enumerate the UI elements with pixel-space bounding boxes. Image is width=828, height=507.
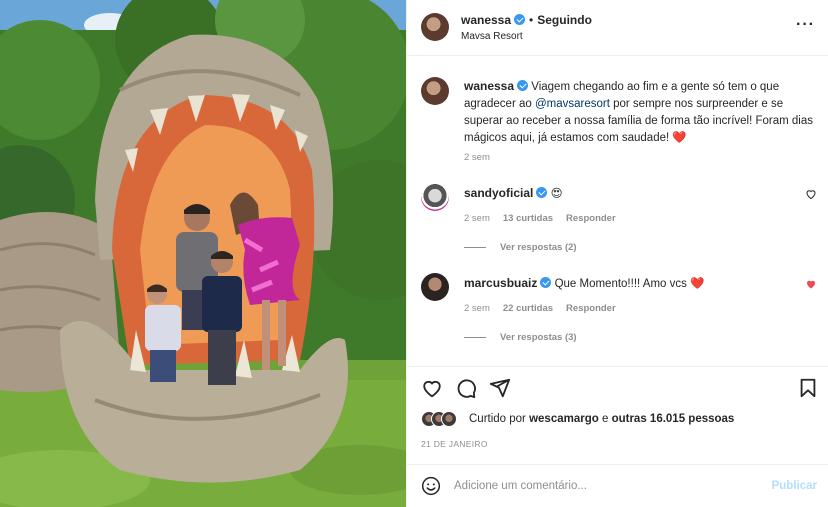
comment-likes-count[interactable]: 22 curtidas [503, 303, 553, 314]
post-photo-illustration [0, 0, 406, 507]
commenter-username[interactable]: sandyoficial [464, 186, 533, 200]
author-line: wanessa • Seguindo [461, 13, 592, 27]
liked-by-conjunction: e [598, 413, 612, 425]
verified-badge-icon [536, 187, 548, 198]
caption-mention-link[interactable]: @mavsaresort [535, 98, 610, 110]
author-username[interactable]: wanessa [461, 13, 511, 27]
reply-button[interactable]: Responder [566, 213, 616, 224]
author-avatar[interactable] [421, 13, 449, 41]
post-location[interactable]: Mavsa Resort [461, 31, 523, 42]
comment-timestamp[interactable]: 2 sem [464, 213, 490, 224]
heart-filled-icon[interactable] [805, 278, 817, 290]
post-date[interactable]: 21 DE JANEIRO [421, 439, 488, 449]
liked-by-text: Curtido por wescamargo e outras 16.015 p… [469, 413, 734, 425]
view-replies-label: Ver respostas (3) [500, 332, 577, 343]
verified-badge-icon [517, 80, 529, 91]
liked-by-others-link[interactable]: outras 16.015 pessoas [612, 413, 735, 425]
publish-button[interactable]: Publicar [772, 480, 817, 492]
heart-outline-icon[interactable] [805, 188, 817, 200]
replies-divider [464, 247, 486, 248]
more-options-icon[interactable]: ··· [796, 17, 815, 33]
commenter-avatar[interactable] [421, 183, 449, 211]
post-header: wanessa • Seguindo Mavsa Resort ··· [407, 0, 828, 56]
comment-likes-count[interactable]: 13 curtidas [503, 213, 553, 224]
comment-input[interactable] [454, 476, 744, 496]
commenter-avatar[interactable] [421, 273, 449, 301]
comment-meta: 2 sem 13 curtidas Responder [464, 213, 629, 224]
liked-by-user-link[interactable]: wescamargo [529, 413, 599, 425]
instagram-post-modal: wanessa • Seguindo Mavsa Resort ··· waness… [0, 0, 828, 507]
comment-timestamp[interactable]: 2 sem [464, 303, 490, 314]
share-paper-plane-icon[interactable] [489, 377, 511, 399]
post-caption: wanessa Viagem chegando ao fim e a gente… [464, 78, 814, 147]
post-actions-bar [407, 366, 828, 408]
heart-emoji: ❤️ [672, 132, 687, 144]
replies-divider [464, 337, 486, 338]
view-replies-button[interactable]: Ver respostas (3) [464, 332, 577, 343]
comment-text: Que Momento!!!! Amo vcs [554, 278, 691, 290]
caption-username[interactable]: wanessa [464, 79, 514, 93]
add-comment-bar: Publicar [407, 464, 828, 507]
like-heart-icon[interactable] [421, 377, 443, 399]
comment-bubble-icon[interactable] [455, 377, 477, 399]
comment-text-line: marcusbuaiz Que Momento!!!! Amo vcs ❤️ [464, 276, 704, 290]
following-button[interactable]: Seguindo [537, 13, 592, 27]
caption-avatar[interactable] [421, 77, 449, 105]
liked-by-summary: Curtido por wescamargo e outras 16.015 p… [421, 409, 821, 431]
post-photo[interactable] [0, 0, 406, 507]
heart-emoji: ❤️ [690, 278, 705, 290]
save-bookmark-icon[interactable] [797, 377, 819, 399]
emoji-smiley-icon[interactable] [421, 476, 441, 496]
verified-badge-icon [514, 14, 526, 25]
view-replies-label: Ver respostas (2) [500, 242, 577, 253]
liked-by-prefix: Curtido por [469, 413, 530, 425]
view-replies-button[interactable]: Ver respostas (2) [464, 242, 577, 253]
comment-text: 😍 [550, 188, 563, 200]
reply-button[interactable]: Responder [566, 303, 616, 314]
liker-avatar[interactable] [441, 411, 457, 427]
comment-text-line: sandyoficial 😍 [464, 186, 563, 200]
post-details-panel: wanessa • Seguindo Mavsa Resort ··· waness… [406, 0, 828, 507]
comment-meta: 2 sem 22 curtidas Responder [464, 303, 629, 314]
separator-dot: • [529, 13, 534, 27]
caption-timestamp[interactable]: 2 sem [464, 152, 490, 163]
commenter-username[interactable]: marcusbuaiz [464, 276, 537, 290]
verified-badge-icon [540, 277, 552, 288]
